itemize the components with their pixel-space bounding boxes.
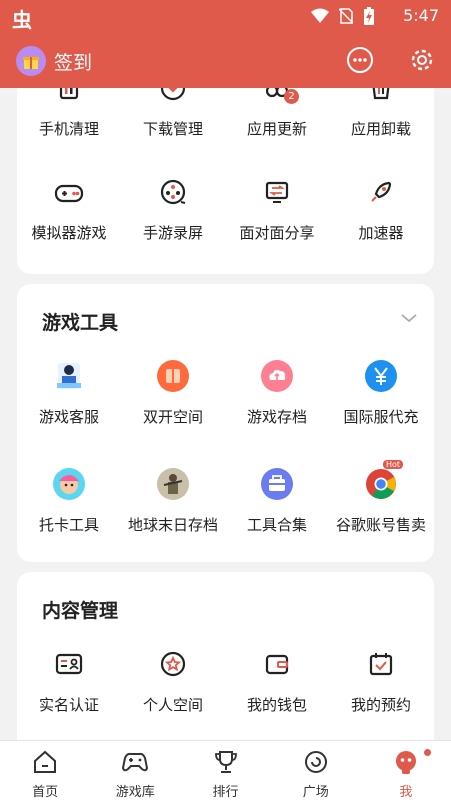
tool-game-customer-service[interactable]: 游戏客服 [17, 358, 121, 427]
tool-cleanup[interactable]: 手机清理 [17, 88, 121, 139]
rocket-icon [363, 174, 399, 210]
download-icon [155, 88, 191, 106]
nav-plaza[interactable]: 广场 [271, 741, 361, 803]
id-card-icon [51, 646, 87, 682]
clock: 5:47 [403, 6, 439, 25]
nav-ranking[interactable]: 排行 [180, 741, 270, 803]
record-icon [155, 174, 191, 210]
soldier-icon [155, 466, 191, 502]
tool-emulator-games[interactable]: 模拟器游戏 [17, 174, 121, 243]
toolbox-icon [259, 466, 295, 502]
tool-download-manager[interactable]: 下载管理 [121, 88, 225, 139]
quick-tools-card: 手机清理 下载管理 2 应用更新 应用卸载 模拟器游戏 手游录屏 面对面分享 加… [17, 88, 434, 274]
tool-app-update[interactable]: 2 应用更新 [225, 88, 329, 139]
tool-screen-record[interactable]: 手游录屏 [121, 174, 225, 243]
tool-google-account-sale[interactable]: Hot 谷歌账号售卖 [329, 460, 433, 535]
dual-space-icon [155, 358, 191, 394]
bottom-navigation: 首页 游戏库 排行 广场 我 [0, 740, 451, 803]
app-notification-icon: 虫 [12, 8, 32, 32]
content-management-title: 内容管理 [42, 600, 119, 622]
calendar-check-icon [363, 646, 399, 682]
game-tools-title: 游戏工具 [42, 312, 119, 334]
tool-accelerator[interactable]: 加速器 [329, 174, 433, 243]
nav-home[interactable]: 首页 [0, 741, 90, 803]
wallet-icon [259, 646, 295, 682]
main-scroll-area[interactable]: 手机清理 下载管理 2 应用更新 应用卸载 模拟器游戏 手游录屏 面对面分享 加… [0, 88, 451, 740]
yuan-icon [363, 358, 399, 394]
tool-personal-space[interactable]: 个人空间 [121, 646, 225, 715]
tool-my-wallet[interactable]: 我的钱包 [225, 646, 329, 715]
checkin-title[interactable]: 签到 [54, 48, 92, 75]
message-icon[interactable] [345, 45, 375, 75]
me-icon [395, 751, 416, 774]
toca-icon [51, 466, 87, 502]
battery-charging-icon [364, 7, 374, 25]
cleanup-icon [51, 88, 87, 106]
tool-toolbox[interactable]: 工具合集 [225, 466, 329, 535]
chrome-icon: Hot [363, 460, 403, 502]
star-badge-icon [155, 646, 191, 682]
gift-icon[interactable] [16, 46, 46, 76]
tool-toca[interactable]: 托卡工具 [17, 466, 121, 535]
top-bar: 签到 [0, 32, 451, 88]
game-library-icon [122, 752, 149, 772]
wifi-icon [311, 8, 329, 23]
update-count-badge: 2 [284, 89, 299, 104]
no-sim-icon [339, 8, 353, 24]
cloud-save-icon [259, 358, 295, 394]
tool-game-save[interactable]: 游戏存档 [225, 358, 329, 427]
notification-dot [424, 749, 432, 756]
uninstall-icon [363, 88, 399, 106]
chevron-down-icon[interactable] [400, 312, 418, 324]
status-bar: 虫 5:47 [0, 0, 451, 32]
tool-app-uninstall[interactable]: 应用卸载 [329, 88, 433, 139]
tool-dual-space[interactable]: 双开空间 [121, 358, 225, 427]
nav-me[interactable]: 我 [361, 741, 451, 803]
home-icon [34, 750, 57, 773]
content-management-card: 内容管理 实名认证 个人空间 我的钱包 我的预约 [17, 572, 434, 740]
trophy-icon [214, 751, 237, 773]
tool-earth-doomsday-save[interactable]: 地球末日存档 [121, 466, 225, 535]
hot-badge: Hot [382, 460, 403, 469]
game-tools-card: 游戏工具 游戏客服 双开空间 游戏存档 国际服代充 托卡工具 地球末日存档 工具… [17, 284, 434, 562]
plaza-icon [304, 751, 327, 773]
settings-gear-icon[interactable] [407, 45, 437, 75]
nav-game-library[interactable]: 游戏库 [90, 741, 180, 803]
update-icon: 2 [259, 88, 299, 106]
tool-realname-auth[interactable]: 实名认证 [17, 646, 121, 715]
tool-face-share[interactable]: 面对面分享 [225, 174, 329, 243]
tool-intl-topup[interactable]: 国际服代充 [329, 358, 433, 427]
customer-service-icon [51, 358, 87, 394]
gamepad-icon [51, 174, 87, 210]
tool-my-reservations[interactable]: 我的预约 [329, 646, 433, 715]
share-icon [259, 174, 295, 210]
